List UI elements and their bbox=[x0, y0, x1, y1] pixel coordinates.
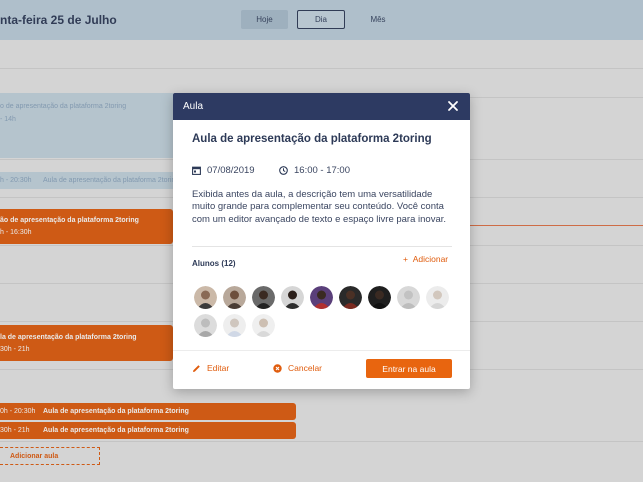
avatar[interactable] bbox=[194, 286, 217, 309]
lesson-time: 16:00 - 17:00 bbox=[279, 165, 350, 176]
avatar[interactable] bbox=[281, 286, 304, 309]
event-title: ão de apresentação da plataforma 2toring bbox=[0, 217, 139, 224]
enter-class-button[interactable]: Entrar na aula bbox=[366, 359, 452, 378]
lesson-description: Exibida antes da aula, a descrição tem u… bbox=[192, 189, 447, 225]
event-title: o de apresentação da plataforma 2toring bbox=[0, 103, 127, 110]
clock-icon bbox=[279, 166, 288, 175]
lesson-modal: Aula Aula de apresentação da plataforma … bbox=[173, 93, 470, 389]
avatar[interactable] bbox=[194, 314, 217, 337]
calendar-toolbar: nta-feira 25 de Julho Hoje Dia Mês bbox=[0, 0, 643, 40]
avatar[interactable] bbox=[426, 286, 449, 309]
event-title: la de apresentação da plataforma 2toring bbox=[0, 334, 137, 341]
event-title: Aula de apresentação da plataforma 2tori… bbox=[43, 177, 180, 184]
lesson-title: Aula de apresentação da plataforma 2tori… bbox=[192, 133, 432, 145]
cancel-label: Cancelar bbox=[288, 363, 323, 373]
add-student-label: Adicionar bbox=[412, 254, 449, 264]
calendar-icon bbox=[192, 166, 201, 175]
avatar[interactable] bbox=[339, 286, 362, 309]
modal-title: Aula bbox=[183, 101, 204, 112]
divider bbox=[192, 246, 452, 247]
event-time: 0h - 20:30h bbox=[0, 408, 36, 415]
tab-today[interactable]: Hoje bbox=[241, 10, 288, 29]
students-count: Alunos (12) bbox=[192, 259, 236, 268]
edit-button[interactable]: Editar bbox=[192, 363, 229, 373]
plus-icon: + bbox=[403, 254, 408, 264]
add-class-button[interactable]: Adicionar aula bbox=[0, 447, 100, 465]
tab-day[interactable]: Dia bbox=[297, 10, 345, 29]
cancel-button[interactable]: Cancelar bbox=[273, 363, 322, 373]
event-title: Aula de apresentação da plataforma 2tori… bbox=[43, 408, 189, 415]
avatar[interactable] bbox=[310, 286, 333, 309]
date-value: 07/08/2019 bbox=[207, 165, 255, 176]
event-time: 30h - 21h bbox=[0, 346, 30, 353]
avatar[interactable] bbox=[223, 286, 246, 309]
event-card[interactable]: o de apresentação da plataforma 2toring … bbox=[0, 93, 173, 158]
event-title: Aula de apresentação da plataforma 2tori… bbox=[43, 427, 189, 434]
hour-divider bbox=[0, 68, 643, 69]
event-card[interactable]: 0h - 20:30h Aula de apresentação da plat… bbox=[0, 403, 296, 420]
event-card[interactable]: la de apresentação da plataforma 2toring… bbox=[0, 325, 173, 361]
lesson-date: 07/08/2019 bbox=[192, 165, 255, 176]
event-time: h - 16:30h bbox=[0, 229, 32, 236]
add-student-button[interactable]: + Adicionar bbox=[403, 254, 448, 264]
avatar[interactable] bbox=[368, 286, 391, 309]
event-card[interactable]: h - 20:30h Aula de apresentação da plata… bbox=[0, 172, 179, 189]
event-time: h - 20:30h bbox=[0, 177, 32, 184]
modal-header: Aula bbox=[173, 93, 470, 120]
cancel-icon bbox=[273, 363, 282, 373]
avatar[interactable] bbox=[397, 286, 420, 309]
avatar[interactable] bbox=[252, 286, 275, 309]
footer-divider bbox=[173, 350, 470, 351]
current-date-title: nta-feira 25 de Julho bbox=[0, 13, 117, 27]
event-time: - 14h bbox=[0, 116, 16, 123]
event-time: 30h - 21h bbox=[0, 427, 30, 434]
close-icon[interactable] bbox=[446, 99, 460, 113]
avatar[interactable] bbox=[223, 314, 246, 337]
edit-label: Editar bbox=[207, 363, 230, 373]
current-time-line bbox=[470, 225, 643, 226]
avatar[interactable] bbox=[252, 314, 275, 337]
pencil-icon bbox=[193, 364, 200, 372]
tab-month[interactable]: Mês bbox=[358, 10, 398, 29]
time-value: 16:00 - 17:00 bbox=[294, 165, 350, 176]
hour-divider bbox=[0, 441, 643, 442]
event-card[interactable]: ão de apresentação da plataforma 2toring… bbox=[0, 209, 173, 244]
event-card[interactable]: 30h - 21h Aula de apresentação da plataf… bbox=[0, 422, 296, 439]
